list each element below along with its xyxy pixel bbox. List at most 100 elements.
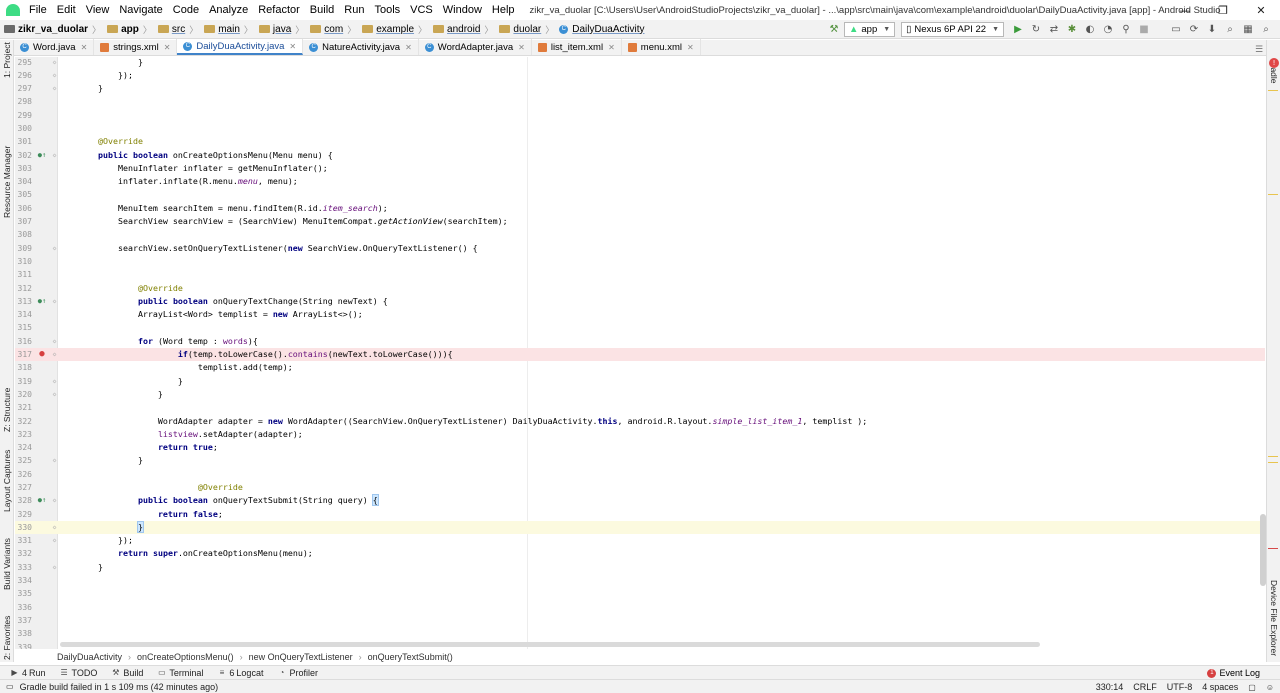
minimize-button[interactable]: —: [1166, 0, 1204, 20]
inspector-icon[interactable]: ☺: [1266, 683, 1274, 692]
code-line[interactable]: 310: [15, 255, 1265, 268]
line-separator[interactable]: CRLF: [1133, 682, 1157, 692]
code-line[interactable]: 305: [15, 188, 1265, 201]
tool-device-file-explorer[interactable]: Device File Explorer: [1269, 580, 1279, 656]
nav-crumb-project[interactable]: zikr_va_duolar: [0, 24, 88, 35]
close-icon[interactable]: ✕: [164, 43, 171, 52]
fold-marker-icon[interactable]: ◇: [51, 295, 58, 308]
tool-favorites[interactable]: 2: Favorites: [2, 616, 12, 660]
tool-run[interactable]: ▶ 4 Run: [10, 668, 45, 678]
caret-position[interactable]: 330:14: [1096, 682, 1124, 692]
code-line[interactable]: 306 MenuItem searchItem = menu.findItem(…: [15, 202, 1265, 215]
close-icon[interactable]: ✕: [608, 43, 615, 52]
search-everywhere-icon[interactable]: ⌕: [1258, 22, 1274, 38]
code-line[interactable]: 307 SearchView searchView = (SearchView)…: [15, 215, 1265, 228]
code-line[interactable]: 309 ◇ searchView.setOnQueryTextListener(n…: [15, 242, 1265, 255]
error-marker[interactable]: [1268, 548, 1278, 549]
tab-dailyduaactivity-java[interactable]: C DailyDuaActivity.java ✕: [177, 39, 304, 55]
menu-help[interactable]: Help: [491, 4, 516, 16]
menu-window[interactable]: Window: [442, 4, 483, 16]
code-line[interactable]: 337: [15, 614, 1265, 627]
fold-marker-icon[interactable]: ◇: [51, 388, 58, 401]
tab-wordadapter-java[interactable]: C WordAdapter.java ✕: [419, 39, 532, 55]
code-line[interactable]: 298: [15, 95, 1265, 108]
code-line[interactable]: 297 ◇ }: [15, 82, 1265, 95]
code-line[interactable]: 336: [15, 601, 1265, 614]
override-method-icon[interactable]: ●↑: [37, 295, 47, 308]
code-line[interactable]: 314 ArrayList<Word> templist = new Array…: [15, 308, 1265, 321]
code-line[interactable]: 322 WordAdapter adapter = new WordAdapte…: [15, 415, 1265, 428]
tool-profiler[interactable]: ◔ Profiler: [277, 668, 318, 678]
menu-refactor[interactable]: Refactor: [257, 4, 301, 16]
fold-marker-icon[interactable]: ◇: [51, 494, 58, 507]
fold-marker-icon[interactable]: ◇: [51, 335, 58, 348]
fold-marker-icon[interactable]: ◇: [51, 534, 58, 547]
tool-logcat[interactable]: ≡ 6 Logcat: [217, 668, 264, 678]
code-line[interactable]: 321: [15, 401, 1265, 414]
code-line[interactable]: 335: [15, 587, 1265, 600]
close-icon[interactable]: ✕: [81, 43, 88, 52]
sync-gradle-icon[interactable]: ⟳: [1186, 22, 1202, 38]
menu-run[interactable]: Run: [343, 4, 365, 16]
maximize-button[interactable]: ❐: [1204, 0, 1242, 20]
override-method-icon[interactable]: ●↑: [37, 149, 47, 162]
code-line[interactable]: 313 ●↑ ◇ public boolean onQueryTextChange(…: [15, 295, 1265, 308]
menu-tools[interactable]: Tools: [373, 4, 401, 16]
fold-marker-icon[interactable]: ◇: [51, 375, 58, 388]
fold-marker-icon[interactable]: ◇: [51, 149, 58, 162]
tool-terminal[interactable]: ▭ Terminal: [157, 668, 203, 678]
device-select[interactable]: ▯ Nexus 6P API 22 ▼: [901, 22, 1004, 37]
indent-setting[interactable]: 4 spaces: [1202, 682, 1238, 692]
stop-icon[interactable]: ■: [1136, 22, 1152, 38]
code-line[interactable]: 303 MenuInflater inflater = getMenuInfla…: [15, 162, 1265, 175]
code-line[interactable]: 312 @Override: [15, 282, 1265, 295]
menu-navigate[interactable]: Navigate: [118, 4, 163, 16]
close-icon[interactable]: ✕: [289, 42, 296, 51]
code-line[interactable]: 316 ◇ for (Word temp : words){: [15, 335, 1265, 348]
vertical-scrollbar[interactable]: [1260, 514, 1266, 586]
project-structure-icon[interactable]: ▦: [1240, 22, 1256, 38]
run-config-select[interactable]: ▲ app ▼: [843, 22, 896, 37]
close-icon[interactable]: ✕: [518, 43, 525, 52]
code-line[interactable]: 326: [15, 468, 1265, 481]
tool-todo[interactable]: ☰ TODO: [60, 668, 97, 678]
code-line[interactable]: 332 return super.onCreateOptionsMenu(men…: [15, 547, 1265, 560]
close-icon[interactable]: ✕: [687, 43, 694, 52]
tool-resource-manager[interactable]: Resource Manager: [2, 146, 12, 218]
code-line[interactable]: 295 ◇ }: [15, 57, 1265, 69]
code-line[interactable]: 325 ◇ }: [15, 454, 1265, 467]
code-line[interactable]: 318 templist.add(temp);: [15, 361, 1265, 374]
code-line[interactable]: 323 listview.setAdapter(adapter);: [15, 428, 1265, 441]
nav-crumb-class[interactable]: C DailyDuaActivity: [556, 24, 645, 35]
code-editor[interactable]: 295 ◇ } 296 ◇ }); 297 ◇ } 298 299 300 301 @Overri…: [15, 57, 1265, 649]
warning-marker[interactable]: [1268, 90, 1278, 91]
tool-structure[interactable]: Z: Structure: [2, 388, 12, 432]
tab-strings-xml[interactable]: strings.xml ✕: [94, 39, 178, 55]
apply-changes-icon[interactable]: ↻: [1028, 22, 1044, 38]
tab-menu-xml[interactable]: menu.xml ✕: [622, 39, 701, 55]
menu-edit[interactable]: Edit: [56, 4, 77, 16]
close-button[interactable]: ✕: [1242, 0, 1280, 20]
code-line[interactable]: 299: [15, 109, 1265, 122]
breadcrumb-class[interactable]: DailyDuaActivity: [57, 652, 122, 662]
fold-marker-icon[interactable]: ◇: [51, 242, 58, 255]
fold-marker-icon[interactable]: ◇: [51, 82, 58, 95]
menu-build[interactable]: Build: [309, 4, 335, 16]
menu-analyze[interactable]: Analyze: [208, 4, 249, 16]
fold-marker-icon[interactable]: ◇: [51, 521, 58, 534]
panel-toggle-icon[interactable]: ▭: [6, 682, 14, 691]
tab-natureactivity-java[interactable]: C NatureActivity.java ✕: [303, 39, 419, 55]
code-line[interactable]: 331 ◇ });: [15, 534, 1265, 547]
code-line[interactable]: 329 return false;: [15, 508, 1265, 521]
warning-marker[interactable]: [1268, 194, 1278, 195]
nav-crumb-java[interactable]: java: [255, 24, 291, 35]
menu-file[interactable]: File: [28, 4, 48, 16]
code-line[interactable]: 334: [15, 574, 1265, 587]
code-line[interactable]: 302 ●↑ ◇ public boolean onCreateOptionsMen…: [15, 149, 1265, 162]
file-encoding[interactable]: UTF-8: [1167, 682, 1193, 692]
code-line[interactable]: 315: [15, 321, 1265, 334]
tab-list-icon[interactable]: ☰: [1252, 45, 1266, 55]
menu-vcs[interactable]: VCS: [409, 4, 434, 16]
warning-marker[interactable]: [1268, 462, 1278, 463]
menu-view[interactable]: View: [85, 4, 111, 16]
